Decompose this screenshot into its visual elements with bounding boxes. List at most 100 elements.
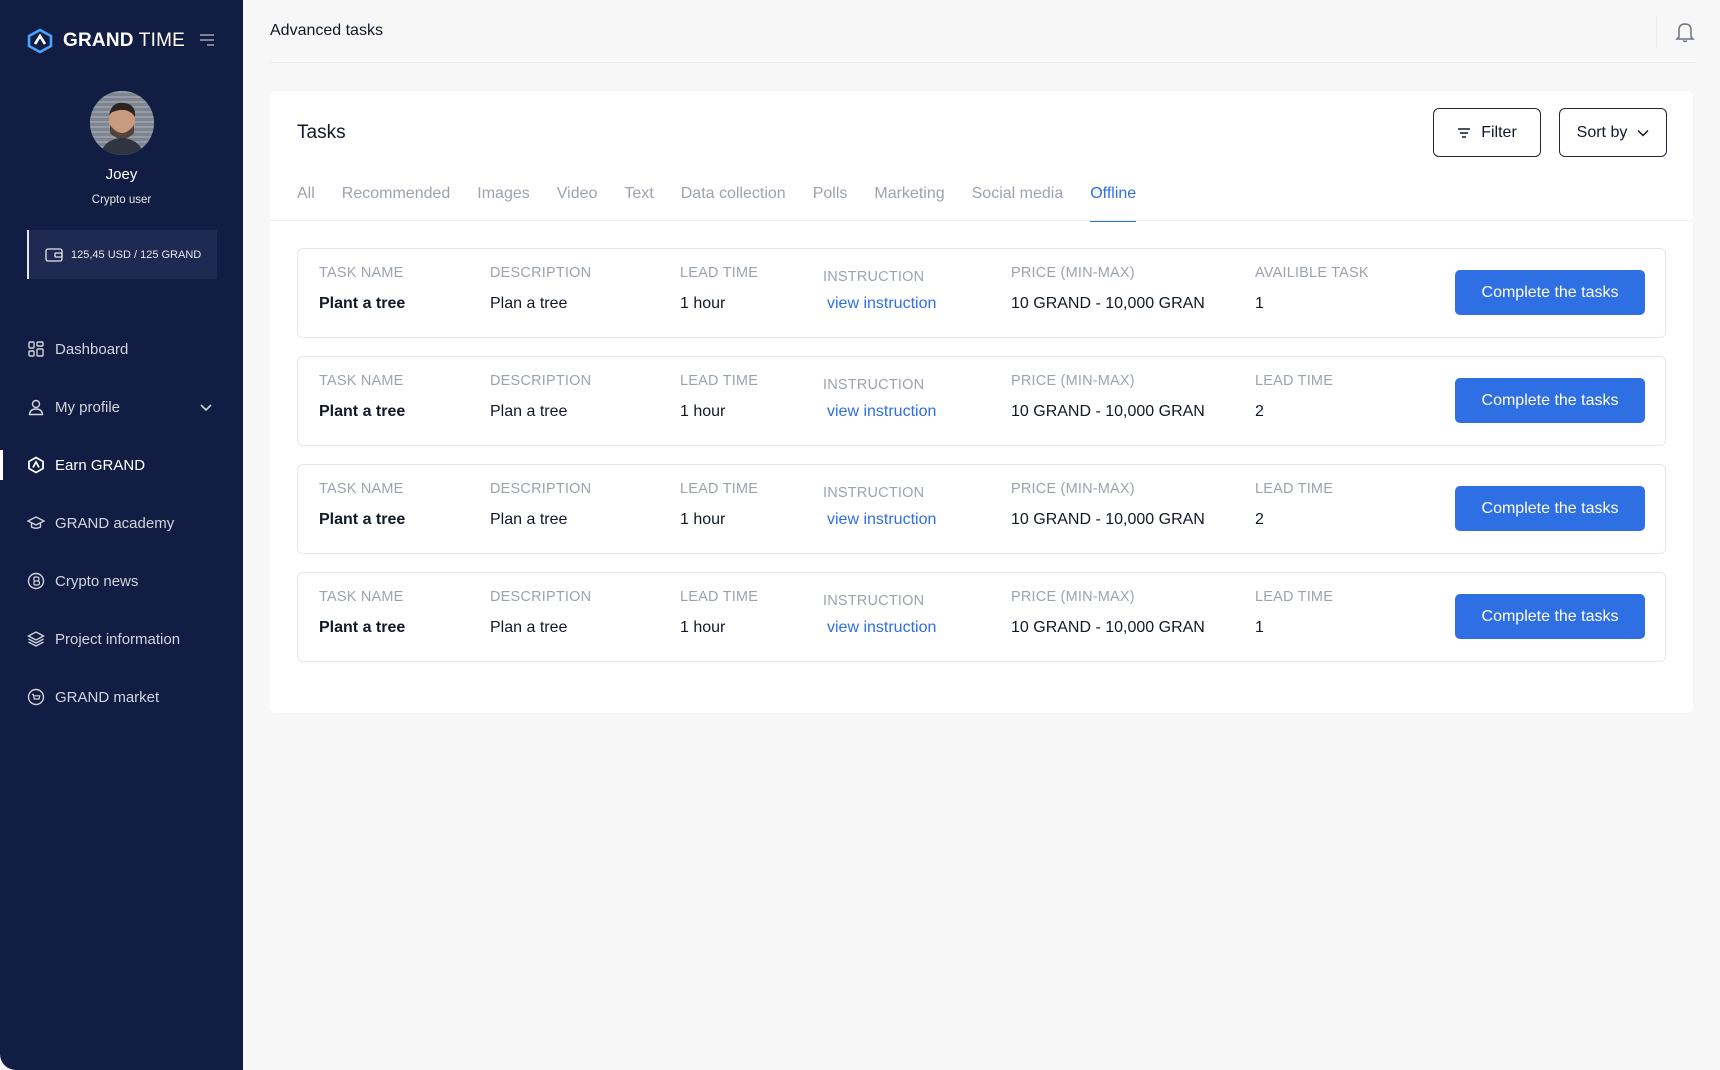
tab-text[interactable]: Text: [624, 184, 653, 222]
sort-by-button[interactable]: Sort by: [1559, 108, 1667, 157]
bell-icon[interactable]: [1675, 21, 1695, 43]
tab-video[interactable]: Video: [557, 184, 598, 222]
column-header: LEAD TIME: [1255, 589, 1334, 605]
user-role: Crypto user: [91, 194, 152, 206]
description-cell: DESCRIPTION Plan a tree: [490, 589, 591, 637]
column-header: LEAD TIME: [1255, 481, 1334, 497]
lead-time-2-cell: LEAD TIME 2: [1255, 373, 1333, 421]
grand-logo-icon: [27, 28, 53, 54]
bitcoin-icon: [27, 572, 45, 590]
task-name-cell: TASK NAME Plant a tree: [319, 373, 405, 421]
divider: [1656, 16, 1657, 48]
task-name: Plant a tree: [319, 403, 406, 420]
column-header: TASK NAME: [319, 373, 404, 389]
task-price: 10 GRAND - 10,000 GRAN: [1011, 295, 1205, 312]
sidebar-item-label: Project information: [55, 630, 181, 648]
menu-toggle-icon[interactable]: [199, 33, 215, 47]
description-cell: DESCRIPTION Plan a tree: [490, 265, 591, 313]
tab-offline[interactable]: Offline: [1090, 184, 1136, 222]
avatar[interactable]: [90, 91, 154, 155]
task-description: Plan a tree: [490, 511, 568, 528]
sidebar-item-grand-academy[interactable]: GRAND academy: [0, 494, 243, 552]
layers-icon: [27, 631, 45, 647]
instruction-cell: INSTRUCTION view instruction: [823, 373, 936, 421]
sort-label: Sort by: [1576, 123, 1628, 141]
column-header: TASK NAME: [319, 265, 404, 281]
tab-recommended[interactable]: Recommended: [342, 184, 451, 222]
task-lead-time: 1 hour: [680, 403, 726, 420]
column-header: TASK NAME: [319, 481, 404, 497]
column-header: INSTRUCTION: [823, 377, 925, 393]
lead-time-cell: LEAD TIME 1 hour: [680, 481, 758, 529]
instruction-cell: INSTRUCTION view instruction: [823, 481, 936, 529]
task-count: 1: [1255, 619, 1264, 636]
column-header: LEAD TIME: [680, 373, 759, 389]
lead-time-cell: LEAD TIME 1 hour: [680, 265, 758, 313]
top-bar: Advanced tasks: [270, 0, 1695, 63]
column-header: DESCRIPTION: [490, 373, 592, 389]
sidebar-item-label: GRAND market: [55, 688, 160, 706]
lead-time-cell: LEAD TIME 1 hour: [680, 373, 758, 421]
chevron-down-icon: [1637, 129, 1649, 137]
task-name-cell: TASK NAME Plant a tree: [319, 265, 405, 313]
tab-images[interactable]: Images: [477, 184, 529, 222]
tab-marketing[interactable]: Marketing: [874, 184, 944, 222]
column-header: TASK NAME: [319, 589, 404, 605]
sidebar-item-dashboard[interactable]: Dashboard: [0, 320, 243, 378]
complete-tasks-button[interactable]: Complete the tasks: [1455, 270, 1645, 315]
task-lead-time: 1 hour: [680, 511, 726, 528]
wallet-balance[interactable]: 125,45 USD / 125 GRAND: [27, 230, 217, 279]
tab-data-collection[interactable]: Data collection: [681, 184, 786, 222]
chevron-down-icon[interactable]: [199, 400, 213, 414]
task-name: Plant a tree: [319, 295, 406, 312]
graduation-cap-icon: [27, 516, 45, 529]
lead-time-2-cell: LEAD TIME 2: [1255, 481, 1333, 529]
task-row: TASK NAME Plant a tree DESCRIPTION Plan …: [297, 572, 1666, 662]
tab-polls[interactable]: Polls: [813, 184, 848, 222]
sidebar-item-earn-grand[interactable]: Earn GRAND: [0, 436, 243, 494]
tasks-card: Tasks Filter Sort by All Recommended Ima…: [270, 91, 1693, 713]
sidebar-item-grand-market[interactable]: GRAND market: [0, 668, 243, 726]
price-cell: PRICE (MIN-MAX) 10 GRAND - 10,000 GRAN: [1011, 373, 1205, 421]
sidebar-item-label: Crypto news: [55, 572, 139, 590]
description-cell: DESCRIPTION Plan a tree: [490, 373, 591, 421]
task-row: TASK NAME Plant a tree DESCRIPTION Plan …: [297, 356, 1666, 446]
dashboard-icon: [28, 341, 44, 357]
sidebar-item-label: GRAND academy: [55, 514, 175, 532]
column-header: DESCRIPTION: [490, 481, 592, 497]
task-count: 1: [1255, 295, 1264, 312]
tab-all[interactable]: All: [297, 184, 315, 222]
task-description: Plan a tree: [490, 403, 568, 420]
app-logo[interactable]: GRAND TIME: [27, 28, 185, 54]
price-cell: PRICE (MIN-MAX) 10 GRAND - 10,000 GRAN: [1011, 589, 1205, 637]
view-instruction-link[interactable]: view instruction: [823, 295, 936, 313]
task-name-cell: TASK NAME Plant a tree: [319, 481, 405, 529]
complete-tasks-button[interactable]: Complete the tasks: [1455, 594, 1645, 639]
tab-social-media[interactable]: Social media: [972, 184, 1064, 222]
category-tabs: All Recommended Images Video Text Data c…: [297, 184, 1163, 222]
task-description: Plan a tree: [490, 619, 568, 636]
view-instruction-link[interactable]: view instruction: [823, 619, 936, 637]
sidebar-item-crypto-news[interactable]: Crypto news: [0, 552, 243, 610]
market-icon: [27, 688, 45, 706]
column-header: PRICE (MIN-MAX): [1011, 589, 1135, 605]
sidebar-item-project-information[interactable]: Project information: [0, 610, 243, 668]
task-price: 10 GRAND - 10,000 GRAN: [1011, 511, 1205, 528]
sidebar-nav: Dashboard My profile Earn GRAND GRAND ac…: [0, 320, 243, 726]
column-header: PRICE (MIN-MAX): [1011, 373, 1135, 389]
filter-button[interactable]: Filter: [1433, 108, 1541, 157]
sidebar-item-label: My profile: [55, 398, 121, 416]
view-instruction-link[interactable]: view instruction: [823, 511, 936, 529]
complete-tasks-button[interactable]: Complete the tasks: [1455, 486, 1645, 531]
column-header: LEAD TIME: [680, 481, 759, 497]
column-header: LEAD TIME: [680, 589, 759, 605]
task-price: 10 GRAND - 10,000 GRAN: [1011, 403, 1205, 420]
complete-tasks-button[interactable]: Complete the tasks: [1455, 378, 1645, 423]
user-name: Joey: [105, 166, 138, 183]
lead-time-2-cell: LEAD TIME 1: [1255, 589, 1333, 637]
task-lead-time: 1 hour: [680, 619, 726, 636]
sidebar-item-my-profile[interactable]: My profile: [0, 378, 243, 436]
view-instruction-link[interactable]: view instruction: [823, 403, 936, 421]
column-header: DESCRIPTION: [490, 589, 592, 605]
column-header: INSTRUCTION: [823, 485, 925, 501]
